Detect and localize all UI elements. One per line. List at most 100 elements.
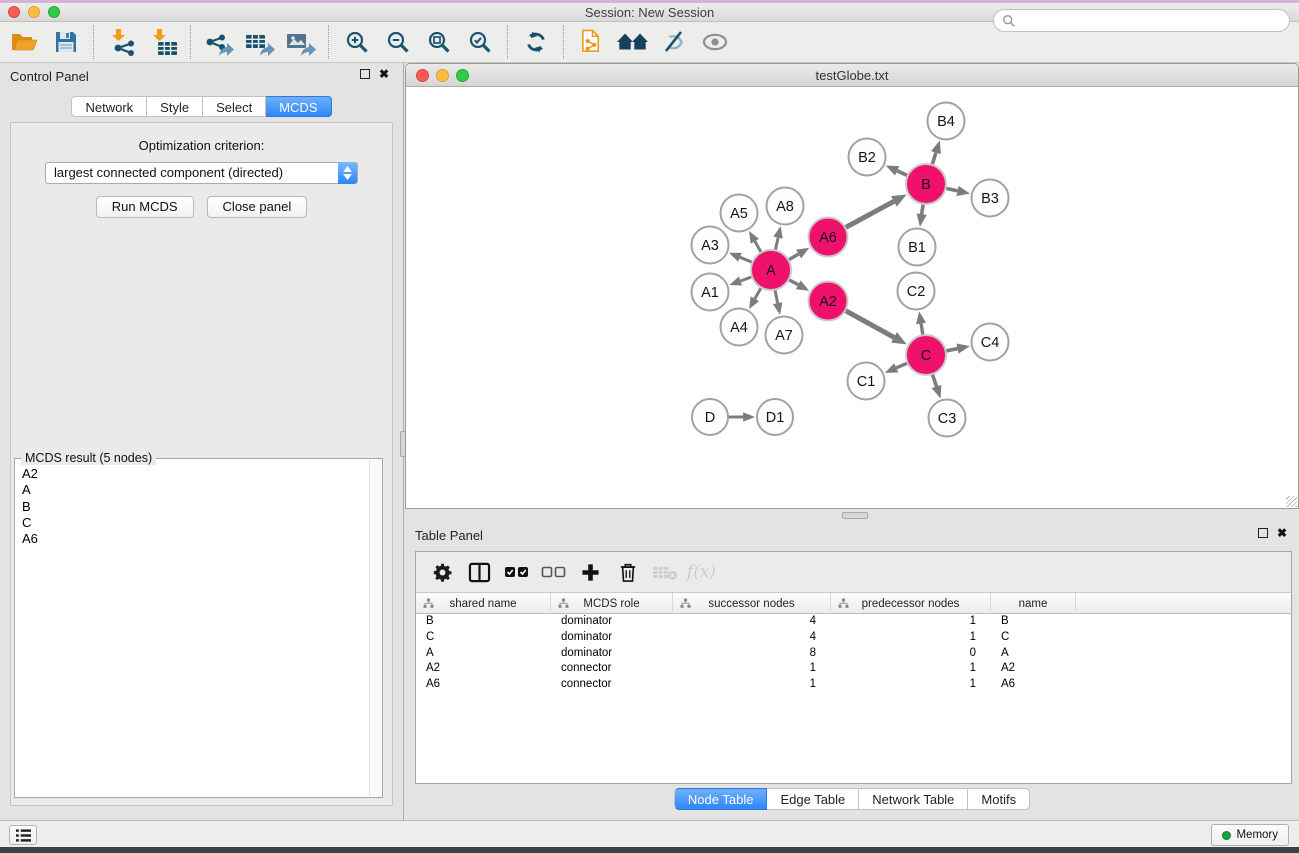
unselect-all-columns-button[interactable] [535, 554, 572, 590]
column-header-MCDS-role[interactable]: MCDS role [551, 593, 673, 614]
column-header-predecessor-nodes[interactable]: predecessor nodes [831, 593, 991, 614]
table-cell[interactable]: 1 [831, 661, 991, 677]
node-C1[interactable]: C1 [848, 363, 885, 400]
node-B[interactable]: B [906, 164, 946, 204]
node-A1[interactable]: A1 [692, 274, 729, 311]
table-row[interactable]: A6connector11A6 [416, 677, 1291, 693]
table-row[interactable]: A2connector11A2 [416, 661, 1291, 677]
memory-button[interactable]: Memory [1211, 824, 1289, 846]
table-cell[interactable]: 1 [831, 630, 991, 646]
table-row[interactable]: Adominator80A [416, 646, 1291, 662]
task-history-button[interactable] [9, 825, 37, 845]
float-panel-icon[interactable] [360, 69, 370, 79]
create-new-column-button[interactable] [572, 554, 609, 590]
node-A4[interactable]: A4 [721, 309, 758, 346]
zoom-selected-button[interactable] [459, 24, 500, 60]
resize-grip-icon[interactable] [1286, 496, 1297, 507]
close-panel-button[interactable]: Close panel [207, 196, 308, 218]
table-tab-motifs[interactable]: Motifs [968, 788, 1030, 810]
table-cell[interactable]: A [416, 646, 551, 662]
new-network-from-selection-button[interactable] [571, 24, 612, 60]
result-item[interactable]: A2 [22, 466, 368, 482]
tab-select[interactable]: Select [203, 96, 266, 117]
open-file-button[interactable] [4, 24, 45, 60]
result-item[interactable]: A [22, 482, 368, 498]
table-cell[interactable]: 8 [673, 646, 831, 662]
node-A7[interactable]: A7 [766, 317, 803, 354]
table-cell[interactable]: 4 [673, 614, 831, 630]
import-table-from-file-button[interactable] [142, 24, 183, 60]
table-cell[interactable]: A2 [416, 661, 551, 677]
node-A[interactable]: A [751, 250, 791, 290]
table-cell[interactable]: connector [551, 661, 673, 677]
node-B3[interactable]: B3 [972, 180, 1009, 217]
table-cell[interactable]: 1 [831, 677, 991, 693]
result-scrollbar[interactable] [369, 460, 381, 796]
node-A3[interactable]: A3 [692, 227, 729, 264]
column-header-shared-name[interactable]: shared name [416, 593, 551, 614]
node-B4[interactable]: B4 [928, 103, 965, 140]
table-row[interactable]: Cdominator41C [416, 630, 1291, 646]
zoom-in-button[interactable] [336, 24, 377, 60]
network-canvas[interactable]: A5A8A3A1A4A7B2B4B3B1C2C4C1C3DD1A6A2ABC [406, 87, 1298, 508]
function-builder-button[interactable]: f(x) [683, 554, 720, 590]
column-header-successor-nodes[interactable]: successor nodes [673, 593, 831, 614]
apply-preferred-layout-button[interactable] [515, 24, 556, 60]
export-network-button[interactable] [198, 24, 239, 60]
tab-mcds[interactable]: MCDS [266, 96, 331, 117]
node-C4[interactable]: C4 [972, 324, 1009, 361]
table-cell[interactable]: connector [551, 677, 673, 693]
node-A5[interactable]: A5 [721, 195, 758, 232]
node-C2[interactable]: C2 [898, 273, 935, 310]
table-cell[interactable]: A [991, 646, 1076, 662]
zoom-out-button[interactable] [377, 24, 418, 60]
table-cell[interactable]: A6 [416, 677, 551, 693]
table-cell[interactable]: 4 [673, 630, 831, 646]
table-cell[interactable]: A6 [991, 677, 1076, 693]
delete-columns-button[interactable] [609, 554, 646, 590]
table-cell[interactable]: 0 [831, 646, 991, 662]
table-cell[interactable]: C [991, 630, 1076, 646]
select-all-columns-button[interactable] [498, 554, 535, 590]
node-D1[interactable]: D1 [757, 399, 793, 435]
node-A2[interactable]: A2 [809, 282, 848, 321]
float-table-panel-icon[interactable] [1258, 528, 1268, 538]
table-cell[interactable]: 1 [673, 677, 831, 693]
show-columns-button[interactable] [461, 554, 498, 590]
search-input[interactable] [1021, 14, 1281, 28]
node-B2[interactable]: B2 [849, 139, 886, 176]
node-B1[interactable]: B1 [899, 229, 936, 266]
table-row[interactable]: Bdominator41B [416, 614, 1291, 630]
horizontal-splitter[interactable] [405, 509, 1299, 522]
zoom-fit-content-button[interactable] [418, 24, 459, 60]
node-D[interactable]: D [692, 399, 728, 435]
table-cell[interactable]: dominator [551, 646, 673, 662]
table-cell[interactable]: B [991, 614, 1076, 630]
table-cell[interactable]: dominator [551, 630, 673, 646]
result-item[interactable]: B [22, 499, 368, 515]
table-cell[interactable]: B [416, 614, 551, 630]
hide-graphics-details-button[interactable] [653, 24, 694, 60]
table-cell[interactable]: 1 [673, 661, 831, 677]
run-mcds-button[interactable]: Run MCDS [96, 196, 194, 218]
close-table-panel-icon[interactable]: ✖ [1277, 528, 1287, 538]
tab-style[interactable]: Style [147, 96, 203, 117]
import-network-from-file-button[interactable] [101, 24, 142, 60]
table-tab-network-table[interactable]: Network Table [859, 788, 968, 810]
export-image-button[interactable] [280, 24, 321, 60]
horizontal-splitter-handle[interactable] [842, 512, 868, 519]
tab-network[interactable]: Network [71, 96, 147, 117]
node-A8[interactable]: A8 [767, 188, 804, 225]
first-neighbors-button[interactable] [612, 24, 653, 60]
column-header-name[interactable]: name [991, 593, 1076, 614]
node-A6[interactable]: A6 [809, 218, 848, 257]
table-settings-button[interactable] [424, 554, 461, 590]
close-panel-icon[interactable]: ✖ [379, 69, 389, 79]
save-session-button[interactable] [45, 24, 86, 60]
table-tab-edge-table[interactable]: Edge Table [767, 788, 859, 810]
table-tab-node-table[interactable]: Node Table [674, 788, 768, 810]
search-box[interactable] [993, 9, 1290, 32]
table-cell[interactable]: A2 [991, 661, 1076, 677]
table-cell[interactable]: C [416, 630, 551, 646]
result-item[interactable]: C [22, 515, 368, 531]
